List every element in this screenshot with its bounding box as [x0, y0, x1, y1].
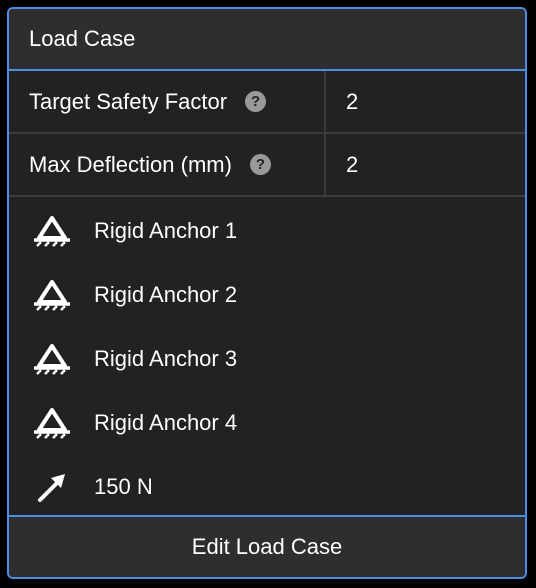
list-item-rigid-anchor-1[interactable]: Rigid Anchor 1 — [9, 199, 525, 263]
edit-load-case-button[interactable]: Edit Load Case — [9, 515, 525, 577]
anchor-icon — [32, 343, 72, 375]
panel-title: Load Case — [29, 26, 136, 51]
list-item-rigid-anchor-2[interactable]: Rigid Anchor 2 — [9, 263, 525, 327]
max-deflection-label: Max Deflection (mm) — [29, 151, 232, 177]
force-arrow-icon — [32, 471, 72, 503]
anchor-icon — [32, 215, 72, 247]
list-item-label: Rigid Anchor 2 — [94, 282, 238, 307]
panel-header: Load Case — [9, 9, 525, 71]
list-item-label: Rigid Anchor 4 — [94, 410, 238, 435]
help-icon[interactable]: ? — [249, 154, 271, 175]
param-label-cell: Target Safety Factor ? — [9, 71, 326, 132]
anchor-icon — [32, 407, 72, 439]
target-safety-factor-value[interactable]: 2 — [326, 71, 525, 132]
param-row-max-deflection: Max Deflection (mm) ? 2 — [9, 134, 525, 197]
list-item-force-150n[interactable]: 150 N — [9, 455, 525, 519]
edit-load-case-label: Edit Load Case — [191, 534, 343, 559]
list-item-label: Rigid Anchor 1 — [94, 218, 238, 243]
param-row-target-safety-factor: Target Safety Factor ? 2 — [9, 71, 525, 134]
list-item-rigid-anchor-3[interactable]: Rigid Anchor 3 — [9, 327, 525, 391]
help-icon[interactable]: ? — [245, 91, 267, 112]
load-items-list: Rigid Anchor 1 Rigid Anchor 2 Rigid Anch… — [9, 197, 525, 517]
param-label-cell: Max Deflection (mm) ? — [9, 134, 326, 195]
list-item-rigid-anchor-4[interactable]: Rigid Anchor 4 — [9, 391, 525, 455]
max-deflection-value[interactable]: 2 — [326, 134, 525, 195]
load-case-panel: Load Case Target Safety Factor ? 2 Max D… — [7, 7, 527, 579]
anchor-icon — [32, 279, 72, 311]
target-safety-factor-label: Target Safety Factor — [29, 88, 228, 114]
list-item-label: Rigid Anchor 3 — [94, 346, 238, 371]
list-item-label: 150 N — [94, 474, 153, 499]
